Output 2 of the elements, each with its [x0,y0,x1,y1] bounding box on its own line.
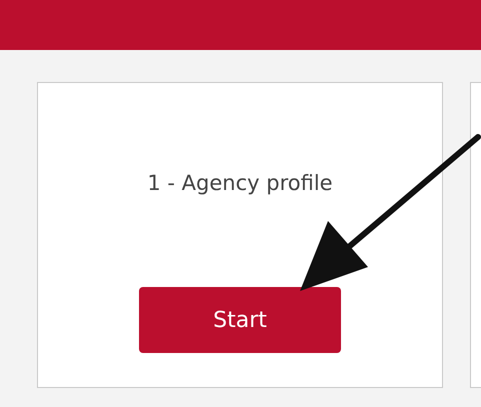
start-button[interactable]: Start [139,287,341,353]
card-title: 1 - Agency profile [147,171,333,195]
